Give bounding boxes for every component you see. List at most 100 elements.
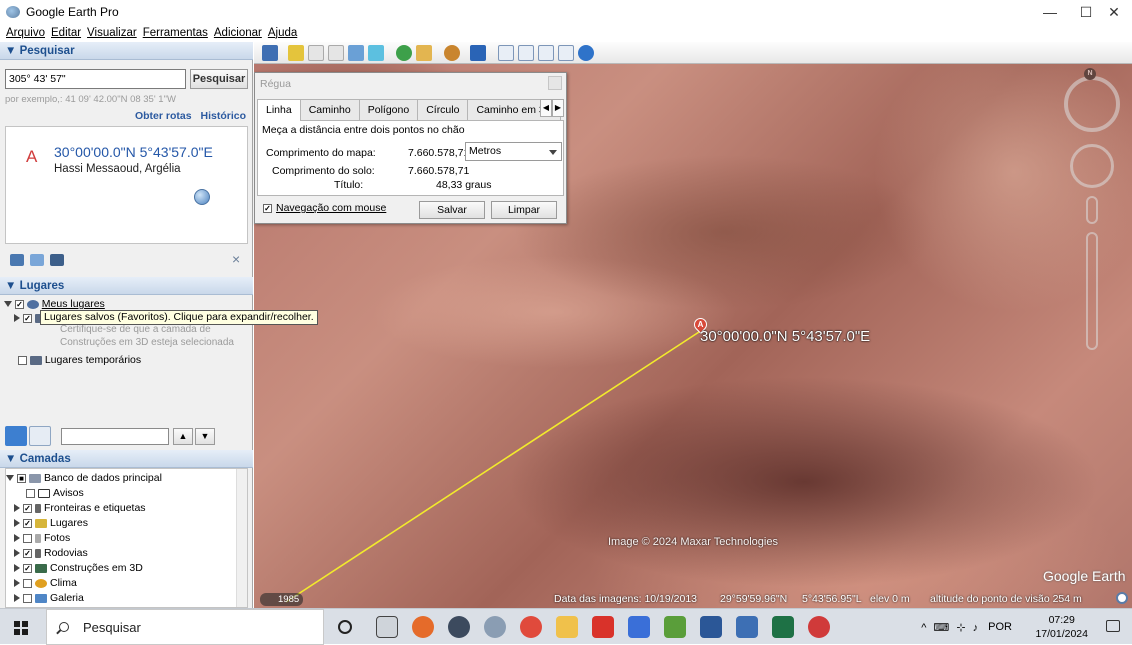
notifications-icon[interactable] <box>1106 620 1120 632</box>
language-indicator[interactable]: POR <box>988 621 1012 633</box>
print-icon[interactable] <box>518 45 534 61</box>
add-overlay-icon[interactable] <box>348 45 364 61</box>
ruler-description: Meça a distância entre dois pontos no ch… <box>262 124 465 136</box>
save-button[interactable]: Salvar <box>419 201 485 219</box>
menu-visualizar[interactable]: Visualizar <box>87 27 137 39</box>
task-view-icon[interactable] <box>376 616 398 638</box>
layer-row[interactable]: ■ Banco de dados principal <box>6 471 162 485</box>
menu-ajuda[interactable]: Ajuda <box>268 27 297 39</box>
menu-adicionar[interactable]: Adicionar <box>214 27 262 39</box>
planets-icon[interactable] <box>444 45 460 61</box>
tab-linha[interactable]: Linha <box>257 99 301 121</box>
map-toolbar <box>254 42 1132 64</box>
save-image-icon[interactable] <box>538 45 554 61</box>
chrome-icon[interactable] <box>520 616 542 638</box>
search-panel-header[interactable]: ▼ Pesquisar <box>0 42 253 60</box>
move-up-button[interactable]: ▲ <box>173 428 193 445</box>
layer-row[interactable]: ✓ Fronteiras e etiquetas <box>14 501 146 515</box>
clear-search-icon[interactable]: × <box>232 251 240 267</box>
temp-places-row[interactable]: Lugares temporários <box>18 354 141 366</box>
tab-scroll-right-button[interactable]: ▶ <box>552 99 564 117</box>
view-in-maps-icon[interactable] <box>558 45 574 61</box>
zoom-slider[interactable] <box>1086 232 1098 350</box>
google-maps-icon[interactable] <box>578 45 594 61</box>
layers-scrollbar[interactable] <box>236 469 247 607</box>
pan-control[interactable] <box>1070 144 1114 188</box>
add-polygon-icon[interactable] <box>308 45 324 61</box>
tab-circulo[interactable]: Círculo <box>417 99 469 120</box>
firefox-icon[interactable] <box>412 616 434 638</box>
result-marker-letter[interactable]: A <box>26 147 37 167</box>
directions-link[interactable]: Obter rotas <box>135 110 192 122</box>
globe-icon[interactable] <box>194 189 210 205</box>
print-icon[interactable] <box>50 254 64 266</box>
email-icon[interactable] <box>498 45 514 61</box>
sidebar-toggle-icon[interactable] <box>262 45 278 61</box>
temp-places-checkbox[interactable] <box>18 355 27 365</box>
layer-row[interactable]: Fotos <box>14 531 70 545</box>
compass-ring[interactable] <box>1064 76 1120 132</box>
eye-altitude-readout: altitude do ponto de visão 254 m <box>930 593 1082 605</box>
search-button[interactable]: Pesquisar <box>190 69 248 89</box>
menu-ferramentas[interactable]: Ferramentas <box>143 27 208 39</box>
record-tour-icon[interactable] <box>368 45 384 61</box>
layers-panel-header[interactable]: ▼ Camadas <box>0 450 253 468</box>
saved-places-checkbox[interactable]: ✓ <box>22 313 32 323</box>
menu-editar[interactable]: Editar <box>51 27 81 39</box>
image-viewer-icon[interactable] <box>664 616 686 638</box>
layer-row[interactable]: Avisos <box>26 486 84 500</box>
move-down-button[interactable]: ▼ <box>195 428 215 445</box>
result-coords[interactable]: 30°00'00.0"N 5°43'57.0"E <box>54 144 213 160</box>
app-icon[interactable] <box>484 616 506 638</box>
unit-select[interactable]: Metros <box>465 142 562 161</box>
layer-row[interactable]: ✓ Construções em 3D <box>14 561 143 575</box>
cortana-icon[interactable] <box>338 620 352 634</box>
collapse-arrow-icon[interactable] <box>4 301 12 308</box>
clear-button[interactable]: Limpar <box>491 201 557 219</box>
my-places-checkbox[interactable]: ✓ <box>14 299 24 309</box>
panel-toggle-icon[interactable] <box>29 426 51 446</box>
places-panel-header[interactable]: ▼ Lugares <box>0 277 253 295</box>
menu-arquivo[interactable]: Arquivo <box>6 27 45 39</box>
close-window-button[interactable]: ✕ <box>1096 0 1132 24</box>
clock[interactable]: 07:29 17/01/2024 <box>1035 613 1088 641</box>
placemark-label[interactable]: 30°00'00.0"N 5°43'57.0"E <box>700 328 870 345</box>
places-search-input[interactable] <box>61 428 169 445</box>
layer-row[interactable]: ✓ Lugares <box>14 516 88 530</box>
search-places-icon[interactable] <box>5 426 27 446</box>
add-to-places-icon[interactable] <box>10 254 24 266</box>
historical-imagery-icon[interactable] <box>396 45 412 61</box>
search-input[interactable] <box>5 69 186 89</box>
app-icon[interactable] <box>808 616 830 638</box>
tab-caminho[interactable]: Caminho <box>299 99 360 120</box>
ruler-icon[interactable] <box>470 45 486 61</box>
minimize-button[interactable]: — <box>1032 0 1068 24</box>
start-button[interactable] <box>14 621 28 635</box>
close-ruler-button[interactable] <box>548 76 562 90</box>
expand-arrow-icon[interactable] <box>14 314 20 323</box>
tab-poligono[interactable]: Polígono <box>358 99 419 120</box>
north-button[interactable]: N <box>1084 68 1096 80</box>
excel-icon[interactable] <box>772 616 794 638</box>
street-view-icon[interactable] <box>1086 196 1098 224</box>
layer-row[interactable]: Galeria <box>14 591 84 605</box>
app-icon[interactable] <box>736 616 758 638</box>
add-placemark-icon[interactable] <box>288 45 304 61</box>
pdf-icon[interactable] <box>592 616 614 638</box>
word-icon[interactable] <box>700 616 722 638</box>
mouse-nav-option[interactable]: ✓ Navegação com mouse <box>263 202 386 214</box>
pen-icon[interactable] <box>628 616 650 638</box>
layer-row[interactable]: Clima <box>14 576 77 590</box>
my-places-row[interactable]: ✓ Meus lugares <box>4 298 105 310</box>
mouse-nav-checkbox[interactable]: ✓ <box>263 203 272 213</box>
tab-scroll-left-button[interactable]: ◀ <box>540 99 552 117</box>
copy-icon[interactable] <box>30 254 44 266</box>
history-link[interactable]: Histórico <box>200 110 246 122</box>
sunlight-icon[interactable] <box>416 45 432 61</box>
taskbar-search[interactable]: Pesquisar <box>46 609 324 645</box>
file-explorer-icon[interactable] <box>556 616 578 638</box>
layer-row[interactable]: ✓ Rodovias <box>14 546 88 560</box>
add-path-icon[interactable] <box>328 45 344 61</box>
tray-icons[interactable]: ^ ⌨ ⊹ ♪ <box>921 621 980 634</box>
google-earth-taskbar-icon[interactable] <box>448 616 470 638</box>
